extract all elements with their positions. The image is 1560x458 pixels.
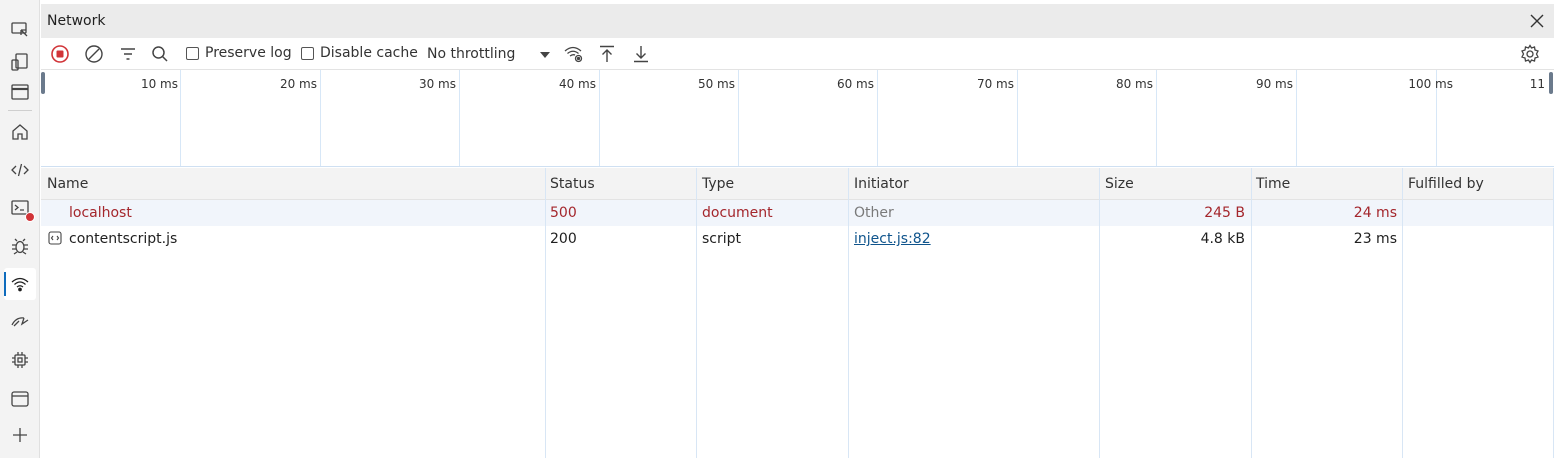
performance-icon[interactable] [4, 306, 36, 338]
network-toolbar: Preserve log Disable cache No throttling [41, 38, 1554, 70]
network-conditions-icon[interactable] [563, 43, 585, 65]
memory-chip-icon[interactable] [4, 344, 36, 376]
overview-tick-label: 10 ms [140, 77, 178, 91]
request-table-header: Name Status Type Initiator Size Time Ful… [41, 168, 1554, 200]
request-initiator: Other [854, 205, 894, 221]
filter-icon[interactable] [117, 43, 139, 65]
stop-recording-icon[interactable] [49, 43, 71, 65]
overview-tick-label: 80 ms [1115, 77, 1153, 91]
active-indicator [4, 272, 6, 296]
overview-tick-label: 90 ms [1255, 77, 1293, 91]
overview-tick-label: 40 ms [558, 77, 596, 91]
disable-cache-label: Disable cache [320, 45, 418, 61]
column-header-size[interactable]: Size [1105, 176, 1134, 192]
request-name[interactable]: contentscript.js [69, 231, 177, 247]
network-wifi-icon[interactable] [4, 268, 36, 300]
overview-left-handle[interactable] [41, 72, 45, 94]
column-header-status[interactable]: Status [550, 176, 595, 192]
table-row[interactable]: contentscript.js 200 script inject.js:82… [41, 226, 1554, 252]
console-error-badge [25, 212, 35, 222]
throttling-select[interactable]: No throttling [427, 46, 515, 62]
request-status: 500 [550, 205, 577, 221]
export-har-download-icon[interactable] [630, 43, 652, 65]
request-name[interactable]: localhost [69, 205, 132, 221]
panel-titlebar: Network [41, 4, 1554, 38]
network-panel: Network Preserve log Disable cache No th… [41, 0, 1554, 458]
column-header-initiator[interactable]: Initiator [854, 176, 909, 192]
disable-cache-box[interactable] [301, 46, 314, 60]
column-header-type[interactable]: Type [702, 176, 734, 192]
inspect-element-icon[interactable] [4, 14, 36, 46]
disable-cache-checkbox[interactable]: Disable cache [301, 45, 418, 61]
activity-bar [0, 0, 40, 458]
column-header-name[interactable]: Name [47, 176, 88, 192]
column-header-fulfilled-by[interactable]: Fulfilled by [1408, 176, 1484, 192]
overview-tick-label: 100 ms [1408, 77, 1453, 91]
preserve-log-checkbox[interactable]: Preserve log [186, 45, 292, 61]
search-icon[interactable] [149, 43, 171, 65]
application-icon[interactable] [4, 383, 36, 415]
request-time: 24 ms [1353, 205, 1397, 221]
sources-debugger-icon[interactable] [4, 230, 36, 262]
column-header-time[interactable]: Time [1256, 176, 1290, 192]
request-time: 23 ms [1353, 231, 1397, 247]
request-status: 200 [550, 231, 577, 247]
overview-tick-label: 30 ms [418, 77, 456, 91]
clear-icon[interactable] [83, 43, 105, 65]
more-tools-plus-icon[interactable] [4, 419, 36, 451]
overview-tick-label: 50 ms [697, 77, 735, 91]
devtools-window: Network Preserve log Disable cache No th… [0, 0, 1560, 458]
overview-timeline[interactable]: 10 ms 20 ms 30 ms 40 ms 50 ms 60 ms 70 m… [41, 70, 1554, 167]
preserve-log-box[interactable] [186, 46, 199, 60]
panel-title: Network [47, 13, 106, 29]
welcome-home-icon[interactable] [4, 116, 36, 148]
console-icon[interactable] [4, 192, 36, 224]
import-har-upload-icon[interactable] [596, 43, 618, 65]
settings-gear-icon[interactable] [1519, 43, 1541, 65]
overview-tick-label: 60 ms [836, 77, 874, 91]
overview-tick-label: 20 ms [279, 77, 317, 91]
preserve-log-label: Preserve log [205, 45, 292, 61]
toggle-drawer-icon[interactable] [4, 76, 36, 108]
device-emulation-icon[interactable] [4, 46, 36, 78]
request-size: 4.8 kB [1200, 231, 1245, 247]
request-type: document [702, 205, 773, 221]
chevron-down-icon[interactable] [538, 48, 552, 62]
close-icon[interactable] [1526, 10, 1548, 32]
overview-right-handle[interactable] [1549, 72, 1553, 94]
overview-tick-label: 70 ms [976, 77, 1014, 91]
initiator-link[interactable]: inject.js:82 [854, 231, 931, 247]
request-type: script [702, 231, 742, 247]
elements-icon[interactable] [4, 154, 36, 186]
script-file-icon [48, 231, 62, 249]
table-row[interactable]: localhost 500 document Other 245 B 24 ms [41, 200, 1554, 226]
request-size: 245 B [1204, 205, 1245, 221]
overview-tick-label: 11 [1529, 77, 1545, 91]
